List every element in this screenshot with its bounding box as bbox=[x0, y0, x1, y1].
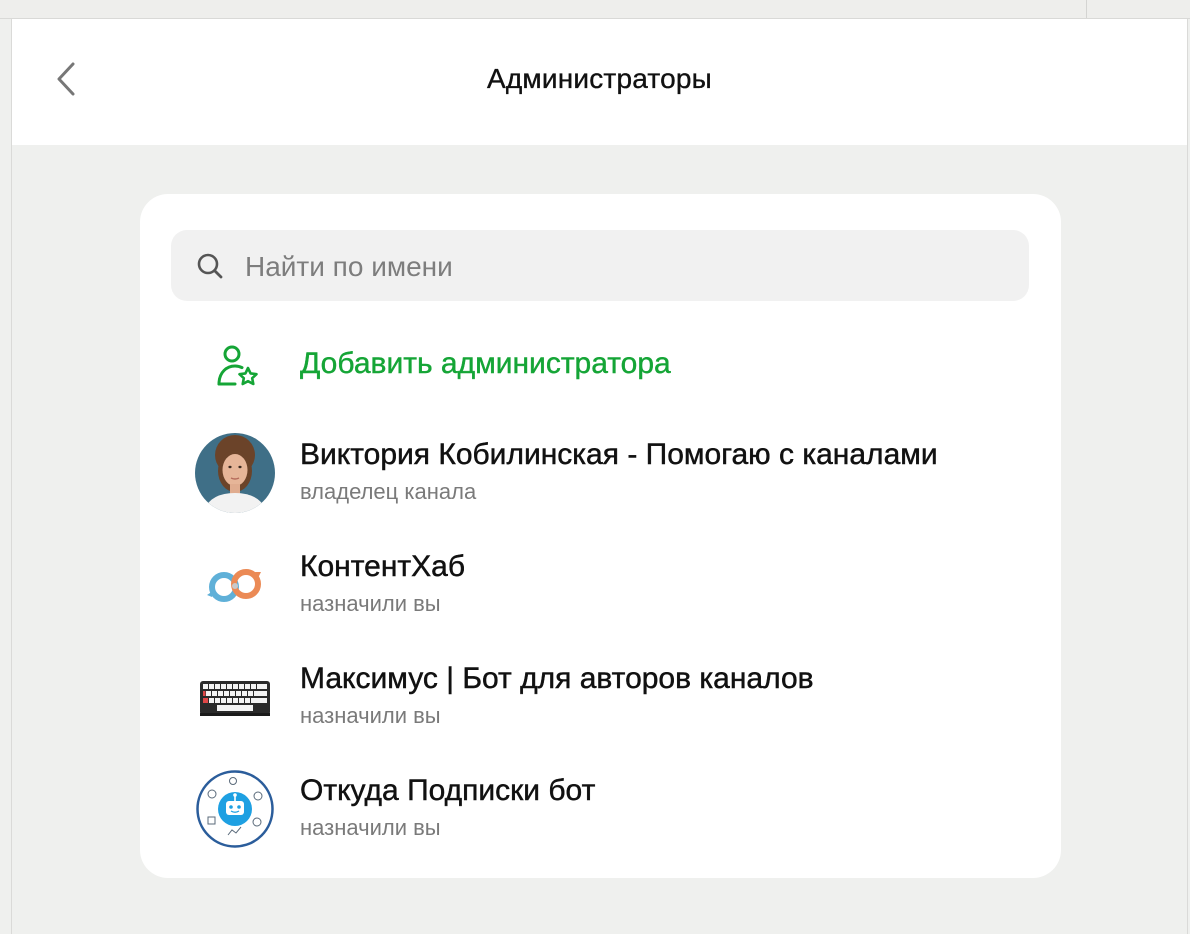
robot-circle-icon bbox=[196, 770, 274, 848]
admin-row[interactable]: Виктория Кобилинская - Помогаю с каналам… bbox=[170, 419, 1030, 523]
admins-card: Добавить администратора Виктория Кобилин… bbox=[140, 194, 1061, 878]
add-admin-label: Добавить администратора bbox=[300, 347, 671, 380]
window-titlebar bbox=[0, 0, 1190, 19]
avatar bbox=[195, 545, 275, 625]
search-input[interactable] bbox=[243, 230, 1017, 303]
admin-name: Виктория Кобилинская - Помогаю с каналам… bbox=[300, 438, 938, 471]
admin-name: Максимус | Бот для авторов каналов bbox=[300, 662, 814, 695]
user-star-icon bbox=[217, 345, 258, 386]
add-admin-button[interactable]: Добавить администратора bbox=[170, 329, 1030, 401]
admin-role: назначили вы bbox=[300, 591, 441, 616]
admin-name: Откуда Подписки бот bbox=[300, 774, 596, 807]
avatar bbox=[195, 433, 275, 513]
search-bar[interactable] bbox=[171, 230, 1029, 303]
admin-name: КонтентХаб bbox=[300, 550, 465, 583]
admin-role: владелец канала bbox=[300, 479, 477, 504]
photo-avatar-icon bbox=[195, 433, 275, 513]
infinity-arrows-icon bbox=[195, 545, 275, 625]
admin-row[interactable]: Откуда Подписки бот назначили вы bbox=[170, 755, 1030, 859]
admin-role: назначили вы bbox=[300, 815, 441, 840]
avatar bbox=[195, 769, 275, 849]
page-title: Администраторы bbox=[487, 63, 712, 94]
avatar bbox=[195, 657, 275, 737]
keyboard-icon bbox=[195, 657, 275, 737]
search-icon bbox=[197, 253, 223, 279]
admin-role: назначили вы bbox=[300, 703, 441, 728]
admins-window: Администраторы Добавить администратора bbox=[11, 19, 1188, 934]
admin-row[interactable]: Максимус | Бот для авторов каналов назна… bbox=[170, 643, 1030, 747]
header: Администраторы bbox=[12, 19, 1187, 145]
admin-row[interactable]: КонтентХаб назначили вы bbox=[170, 531, 1030, 635]
